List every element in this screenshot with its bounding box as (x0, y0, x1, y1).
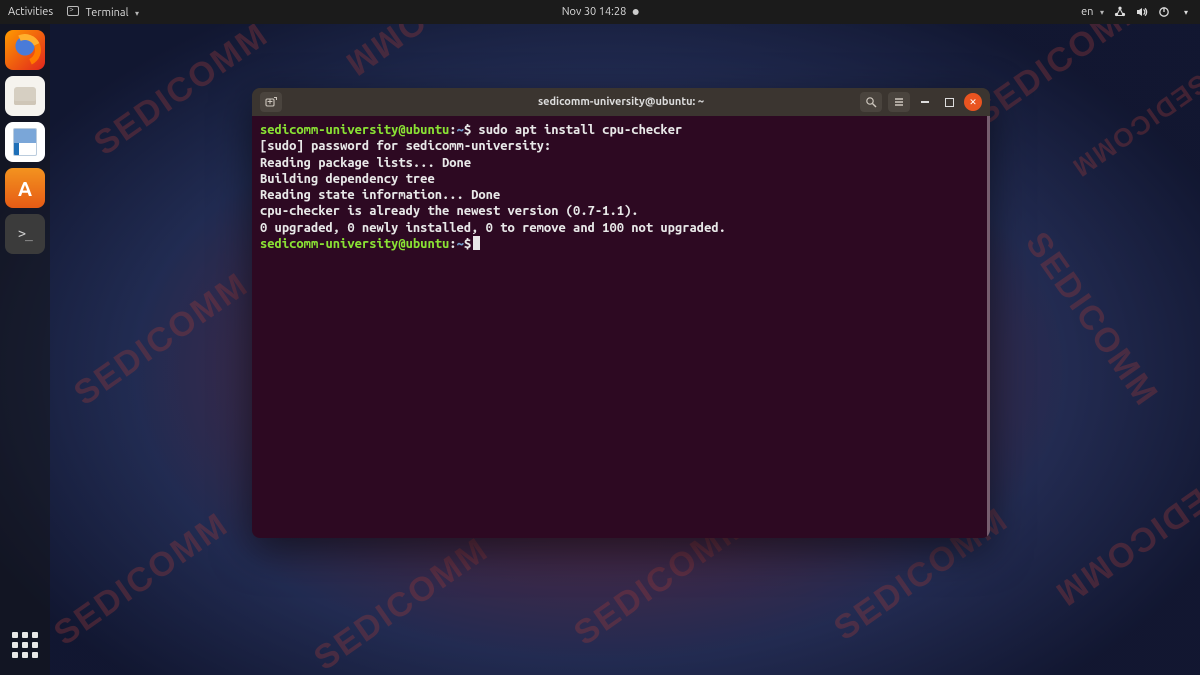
titlebar[interactable]: sedicomm-university@ubuntu: ~ (252, 88, 990, 116)
terminal-icon (67, 6, 79, 16)
prompt-sigil: $ (464, 123, 471, 137)
prompt-path: ~ (457, 123, 464, 137)
minimize-button[interactable] (916, 93, 934, 111)
hamburger-menu-button[interactable] (888, 92, 910, 112)
dock-files[interactable] (5, 76, 45, 116)
dock-firefox[interactable] (5, 30, 45, 70)
output-line: [sudo] password for sedicomm-university: (260, 139, 551, 153)
volume-icon[interactable] (1136, 6, 1148, 18)
clock-label: Nov 30 14:28 (562, 6, 627, 18)
search-button[interactable] (860, 92, 882, 112)
prompt-at: @ (398, 123, 405, 137)
network-icon[interactable] (1114, 6, 1126, 18)
prompt-host: ubuntu (406, 237, 450, 251)
cursor (473, 236, 480, 250)
close-button[interactable] (964, 93, 982, 111)
menu-icon (893, 96, 905, 108)
prompt-path: ~ (457, 237, 464, 251)
prompt-at: @ (398, 237, 405, 251)
show-applications-button[interactable] (5, 625, 45, 665)
chevron-down-icon[interactable]: ▾ (1180, 6, 1192, 18)
scrollbar[interactable] (987, 116, 990, 538)
clock-button[interactable]: Nov 30 14:28 (562, 6, 639, 18)
notification-dot-icon (632, 9, 638, 15)
command-line-1: sudo apt install cpu-checker (478, 123, 682, 137)
output-line: Reading state information... Done (260, 188, 500, 202)
output-line: 0 upgraded, 0 newly installed, 0 to remo… (260, 221, 726, 235)
terminal-output[interactable]: sedicomm-university@ubuntu:~$ sudo apt i… (252, 116, 990, 538)
search-icon (865, 96, 877, 108)
output-line: Building dependency tree (260, 172, 435, 186)
dock-ubuntu-software[interactable] (5, 168, 45, 208)
maximize-button[interactable] (940, 93, 958, 111)
prompt-user: sedicomm-university (260, 237, 398, 251)
app-menu-button[interactable]: Terminal (67, 6, 139, 19)
app-menu-label: Terminal (86, 7, 129, 19)
dock-terminal[interactable] (5, 214, 45, 254)
activities-button[interactable]: Activities (8, 6, 53, 18)
dock-libreoffice-writer[interactable] (5, 122, 45, 162)
prompt-sigil: $ (464, 237, 471, 251)
prompt-host: ubuntu (406, 123, 450, 137)
desktop: SEDICOMM SEDICOMM SEDICOMM SEDICOMM SEDI… (0, 0, 1200, 675)
input-source-button[interactable]: en (1081, 6, 1104, 18)
input-source-label: en (1081, 6, 1093, 18)
new-tab-icon (265, 96, 277, 108)
terminal-window: sedicomm-university@ubuntu: ~ sedicomm-u… (252, 88, 990, 538)
prompt-user: sedicomm-university (260, 123, 398, 137)
output-line: cpu-checker is already the newest versio… (260, 204, 639, 218)
prompt-colon: : (449, 237, 456, 251)
top-panel: Activities Terminal Nov 30 14:28 en ▾ (0, 0, 1200, 24)
dock (0, 24, 50, 675)
window-title: sedicomm-university@ubuntu: ~ (538, 96, 704, 108)
prompt-colon: : (449, 123, 456, 137)
output-line: Reading package lists... Done (260, 156, 471, 170)
new-tab-button[interactable] (260, 92, 282, 112)
power-icon[interactable] (1158, 6, 1170, 18)
